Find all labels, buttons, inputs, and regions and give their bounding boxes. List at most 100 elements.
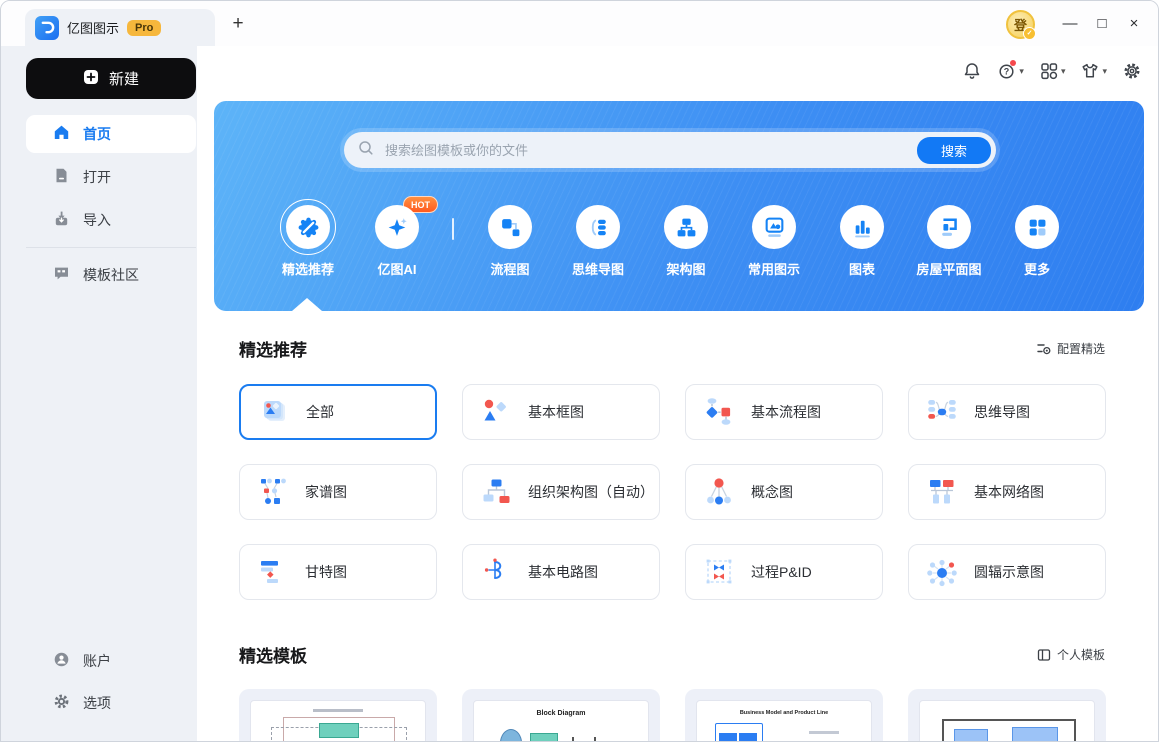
template-card-concept-map[interactable]: 概念图 [685, 464, 883, 520]
category-more[interactable]: 更多 [993, 205, 1081, 278]
template-card-pid[interactable]: 过程P&ID [685, 544, 883, 600]
bell-icon [965, 63, 980, 79]
template-card-all[interactable]: 全部 [239, 384, 437, 440]
sidebar-item-options[interactable]: 选项 [26, 684, 196, 722]
sidebar-item-label: 模板社区 [83, 267, 139, 283]
import-icon [53, 210, 70, 230]
template-card-network[interactable]: 基本网络图 [908, 464, 1106, 520]
sidebar-divider [26, 247, 196, 248]
template-thumbnail-1[interactable] [239, 689, 437, 741]
community-icon [53, 265, 70, 285]
org-chart-icon [483, 479, 510, 503]
sidebar-item-label: 首页 [83, 126, 111, 142]
tshirt-icon [1082, 63, 1099, 78]
chevron-down-icon: ▾ [1060, 65, 1066, 76]
selected-category-pointer [292, 298, 322, 311]
thumbnail-preview [250, 700, 426, 741]
sidebar-item-label: 导入 [83, 212, 111, 228]
template-card-mindmap[interactable]: 思维导图 [908, 384, 1106, 440]
templates-section-title: 精选模板 [239, 647, 307, 666]
search-input[interactable] [383, 141, 908, 159]
category-edraw-ai[interactable]: HOT 亿图AI [353, 196, 441, 278]
featured-badge-icon [298, 217, 318, 237]
shapes-frame-icon [765, 217, 783, 237]
sidebar-item-home[interactable]: 首页 [26, 115, 196, 153]
personal-templates-link[interactable]: 个人模板 [1037, 646, 1105, 663]
sidebar: 新建 首页 打开 导入 模板社区 账户 选项 [1, 46, 197, 741]
sidebar-item-open[interactable]: 打开 [26, 158, 196, 196]
template-thumbnail-3[interactable]: Business Model and Product Line [685, 689, 883, 741]
org-tree-icon [677, 218, 695, 236]
gear-icon [1124, 63, 1140, 79]
template-card-basic-flowchart[interactable]: 基本流程图 [685, 384, 883, 440]
notifications-button[interactable] [962, 61, 982, 81]
category-featured[interactable]: 精选推荐 [264, 199, 352, 278]
sidebar-item-account[interactable]: 账户 [26, 642, 196, 680]
search-icon [358, 140, 374, 161]
chevron-down-icon: ▾ [1019, 65, 1024, 76]
help-button[interactable]: ? ▾ [997, 60, 1024, 81]
template-card-org-chart[interactable]: 组织架构图（自动） [462, 464, 660, 520]
sidebar-item-import[interactable]: 导入 [26, 201, 196, 239]
notification-dot [1009, 60, 1016, 66]
category-mindmap[interactable]: 思维导图 [554, 205, 642, 278]
concept-map-icon [707, 478, 731, 505]
search-bar: 搜索 [344, 132, 996, 168]
settings-button[interactable] [1122, 61, 1142, 81]
configure-featured-link[interactable]: 配置精选 [1036, 340, 1105, 357]
app-tab[interactable]: 亿图图示 Pro [25, 9, 215, 46]
sidebar-item-label: 选项 [83, 695, 111, 711]
template-card-gantt[interactable]: 甘特图 [239, 544, 437, 600]
circle-spoke-icon [927, 559, 957, 587]
category-common-diagrams[interactable]: 常用图示 [730, 205, 818, 278]
template-thumbnail-4[interactable] [908, 689, 1106, 741]
all-templates-icon [264, 401, 285, 421]
mindmap-icon [591, 218, 606, 236]
app-title: 亿图图示 [67, 21, 120, 36]
search-button[interactable]: 搜索 [917, 136, 991, 164]
titlebar: 亿图图示 Pro + 登 — □ × [1, 1, 1158, 46]
ai-sparkle-icon [388, 217, 407, 236]
flowchart-icon [501, 218, 519, 236]
home-icon [53, 124, 70, 144]
category-flowchart[interactable]: 流程图 [466, 205, 554, 278]
edraw-logo-icon [35, 15, 59, 40]
sidebar-item-template-community[interactable]: 模板社区 [26, 256, 196, 294]
apps-button[interactable]: ▾ [1039, 61, 1066, 81]
main-content: ? ▾ ▾ ▾ 搜索绘图模板或你的文件 搜索 精选推荐 HOT 亿图AI 流程图… [197, 46, 1158, 741]
new-tab-button[interactable]: + [225, 11, 251, 37]
thumbnail-preview: Block Diagram [473, 700, 649, 741]
gantt-icon [261, 561, 278, 583]
template-card-family-tree[interactable]: 家谱图 [239, 464, 437, 520]
maximize-button[interactable]: □ [1086, 9, 1118, 37]
minimize-button[interactable]: — [1054, 9, 1086, 37]
floor-plan-icon [941, 218, 957, 236]
new-document-button[interactable]: 新建 [26, 58, 196, 99]
template-card-basic-block[interactable]: 基本框图 [462, 384, 660, 440]
svg-text:?: ? [1004, 67, 1010, 77]
panel-icon [1037, 648, 1051, 661]
theme-button[interactable]: ▾ [1080, 61, 1107, 81]
sidebar-item-label: 账户 [83, 653, 111, 669]
gear-icon [53, 693, 70, 713]
template-card-circle-spoke[interactable]: 圆辐示意图 [908, 544, 1106, 600]
family-tree-icon [261, 478, 286, 504]
category-floor-plan[interactable]: 房屋平面图 [905, 205, 993, 278]
network-icon [930, 480, 954, 504]
featured-section-title: 精选推荐 [239, 341, 307, 360]
user-avatar[interactable]: 登 [1006, 10, 1036, 40]
category-architecture[interactable]: 架构图 [642, 205, 730, 278]
chevron-down-icon: ▾ [1102, 65, 1107, 76]
more-grid-icon [1029, 219, 1045, 235]
template-thumbnail-2[interactable]: Block Diagram [462, 689, 660, 741]
circuit-icon [484, 558, 502, 579]
window-controls: — □ × [1054, 9, 1150, 37]
basic-flowchart-icon [706, 398, 731, 425]
thumbnail-title: Block Diagram [536, 710, 586, 717]
category-charts[interactable]: 图表 [818, 205, 906, 278]
apps-grid-icon [1041, 63, 1058, 80]
close-button[interactable]: × [1118, 9, 1150, 37]
template-card-circuit[interactable]: 基本电路图 [462, 544, 660, 600]
sidebar-item-label: 打开 [83, 169, 111, 185]
pid-icon [706, 559, 732, 584]
